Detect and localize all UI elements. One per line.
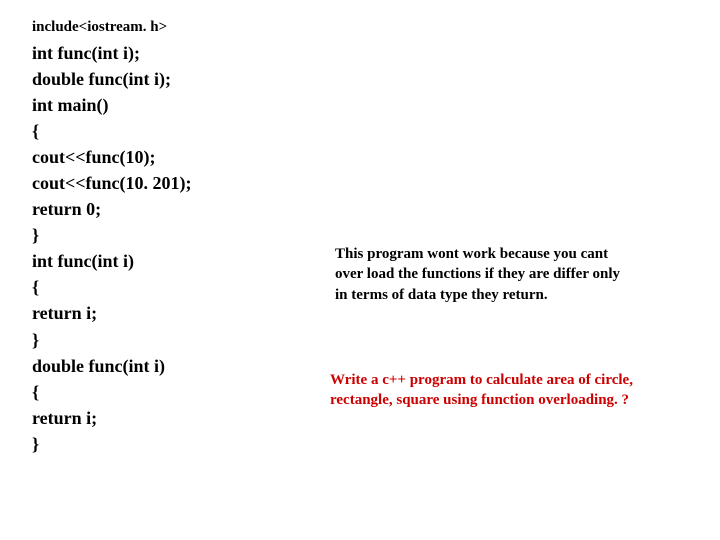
code-line: int main() bbox=[32, 92, 192, 118]
code-block: include<iostream. h> int func(int i); do… bbox=[32, 18, 192, 457]
code-line: int func(int i); bbox=[32, 40, 192, 66]
code-line: int func(int i) bbox=[32, 248, 192, 274]
code-line: { bbox=[32, 118, 192, 144]
explanation-note: This program wont work because you cant … bbox=[335, 244, 620, 305]
code-line: { bbox=[32, 379, 192, 405]
code-line: double func(int i); bbox=[32, 66, 192, 92]
code-line: } bbox=[32, 327, 192, 353]
code-line: double func(int i) bbox=[32, 353, 192, 379]
code-line: } bbox=[32, 431, 192, 457]
exercise-question: Write a c++ program to calculate area of… bbox=[330, 370, 633, 411]
code-line: return 0; bbox=[32, 196, 192, 222]
code-line: cout<<func(10); bbox=[32, 144, 192, 170]
note-line: This program wont work because you cant bbox=[335, 244, 620, 264]
note-line: in terms of data type they return. bbox=[335, 285, 620, 305]
question-line: rectangle, square using function overloa… bbox=[330, 390, 633, 410]
note-line: over load the functions if they are diff… bbox=[335, 264, 620, 284]
code-line: { bbox=[32, 274, 192, 300]
code-line: return i; bbox=[32, 405, 192, 431]
question-line: Write a c++ program to calculate area of… bbox=[330, 370, 633, 390]
include-directive: include<iostream. h> bbox=[32, 18, 192, 38]
code-line: return i; bbox=[32, 300, 192, 326]
code-line: } bbox=[32, 222, 192, 248]
code-line: cout<<func(10. 201); bbox=[32, 170, 192, 196]
